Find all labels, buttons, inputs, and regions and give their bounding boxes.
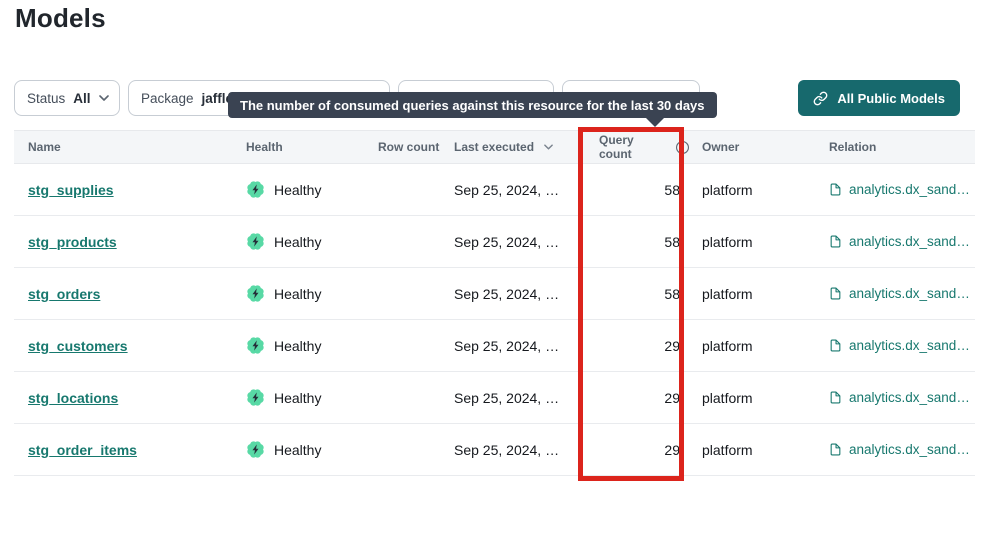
relation-link[interactable]: analytics.dx_sand… — [849, 442, 970, 457]
package-filter-label: Package — [141, 91, 194, 106]
column-header-health: Health — [232, 140, 364, 154]
query-count-value: 29 — [578, 442, 690, 458]
health-status: Healthy — [274, 442, 321, 458]
query-count-value: 29 — [578, 338, 690, 354]
file-icon — [829, 182, 842, 197]
column-header-name: Name — [14, 140, 232, 154]
model-link[interactable]: stg_supplies — [28, 182, 114, 198]
query-count-label: Query count — [599, 133, 669, 161]
query-count-tooltip: The number of consumed queries against t… — [228, 92, 717, 118]
owner-value: platform — [690, 286, 814, 302]
file-icon — [829, 338, 842, 353]
healthy-badge-icon — [246, 440, 265, 459]
health-status: Healthy — [274, 390, 321, 406]
status-filter-dropdown[interactable]: Status All — [14, 80, 120, 116]
table-row: stg_locations Healthy Sep 25, 2024, … 29… — [14, 372, 975, 424]
healthy-badge-icon — [246, 180, 265, 199]
status-filter-label: Status — [27, 91, 65, 106]
healthy-badge-icon — [246, 232, 265, 251]
tooltip-arrow — [646, 118, 664, 127]
owner-value: platform — [690, 234, 814, 250]
relation-link[interactable]: analytics.dx_sand… — [849, 234, 970, 249]
page-title: Models — [15, 3, 106, 34]
last-executed-value: Sep 25, 2024, … — [440, 286, 578, 302]
healthy-badge-icon — [246, 336, 265, 355]
table-row: stg_orders Healthy Sep 25, 2024, … 58 pl… — [14, 268, 975, 320]
healthy-badge-icon — [246, 388, 265, 407]
tooltip-text: The number of consumed queries against t… — [240, 98, 705, 113]
model-link[interactable]: stg_products — [28, 234, 117, 250]
table-row: stg_customers Healthy Sep 25, 2024, … 29… — [14, 320, 975, 372]
models-page: Models Status All Package jaffle_ — [0, 0, 989, 536]
relation-link[interactable]: analytics.dx_sand… — [849, 390, 970, 405]
info-icon[interactable] — [675, 140, 690, 155]
health-status: Healthy — [274, 338, 321, 354]
table-header-row: Name Health Row count Last executed Quer… — [14, 130, 975, 164]
owner-value: platform — [690, 338, 814, 354]
column-header-relation: Relation — [814, 140, 975, 154]
model-link[interactable]: stg_orders — [28, 286, 100, 302]
query-count-value: 58 — [578, 234, 690, 250]
healthy-badge-icon — [246, 284, 265, 303]
column-header-owner: Owner — [690, 140, 814, 154]
health-status: Healthy — [274, 182, 321, 198]
owner-value: platform — [690, 182, 814, 198]
file-icon — [829, 234, 842, 249]
models-table: Name Health Row count Last executed Quer… — [14, 130, 975, 476]
last-executed-value: Sep 25, 2024, … — [440, 390, 578, 406]
model-link[interactable]: stg_customers — [28, 338, 128, 354]
last-executed-value: Sep 25, 2024, … — [440, 338, 578, 354]
last-executed-value: Sep 25, 2024, … — [440, 182, 578, 198]
query-count-value: 58 — [578, 286, 690, 302]
health-status: Healthy — [274, 234, 321, 250]
query-count-value: 29 — [578, 390, 690, 406]
table-row: stg_products Healthy Sep 25, 2024, … 58 … — [14, 216, 975, 268]
health-status: Healthy — [274, 286, 321, 302]
model-link[interactable]: stg_order_items — [28, 442, 137, 458]
relation-link[interactable]: analytics.dx_sand… — [849, 286, 970, 301]
all-public-models-label: All Public Models — [837, 91, 945, 106]
file-icon — [829, 390, 842, 405]
file-icon — [829, 442, 842, 457]
relation-link[interactable]: analytics.dx_sand… — [849, 182, 970, 197]
chevron-down-icon — [99, 95, 109, 101]
last-executed-value: Sep 25, 2024, … — [440, 442, 578, 458]
column-header-row-count: Row count — [364, 140, 440, 154]
owner-value: platform — [690, 442, 814, 458]
column-header-query-count: Query count — [578, 133, 690, 161]
query-count-value: 58 — [578, 182, 690, 198]
model-link[interactable]: stg_locations — [28, 390, 118, 406]
table-row: stg_order_items Healthy Sep 25, 2024, … … — [14, 424, 975, 476]
last-executed-value: Sep 25, 2024, … — [440, 234, 578, 250]
link-icon — [813, 91, 828, 106]
owner-value: platform — [690, 390, 814, 406]
status-filter-value: All — [73, 91, 90, 106]
file-icon — [829, 286, 842, 301]
last-executed-label: Last executed — [454, 140, 534, 154]
relation-link[interactable]: analytics.dx_sand… — [849, 338, 970, 353]
table-row: stg_supplies Healthy Sep 25, 2024, … 58 … — [14, 164, 975, 216]
all-public-models-button[interactable]: All Public Models — [798, 80, 960, 116]
sort-chevron-icon[interactable] — [544, 144, 553, 150]
column-header-last-executed[interactable]: Last executed — [440, 140, 578, 154]
